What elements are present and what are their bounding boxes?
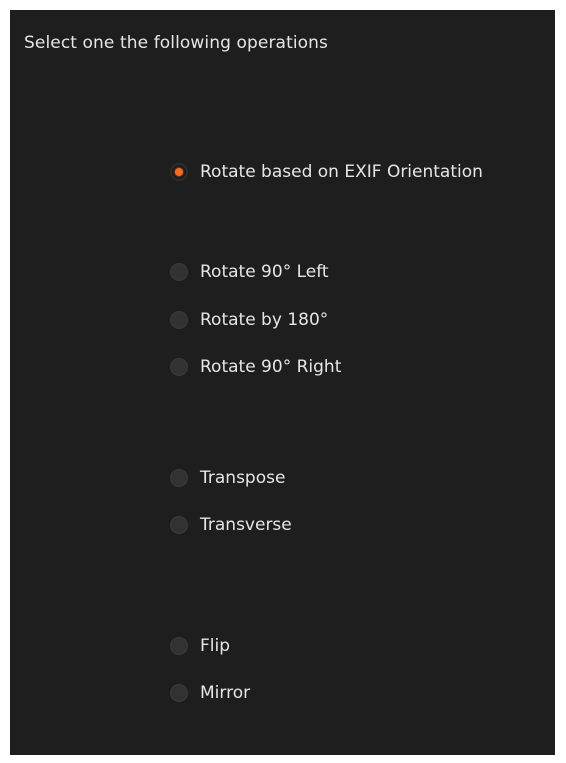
option-rotate-180[interactable]: Rotate by 180° <box>170 307 328 333</box>
option-mirror[interactable]: Mirror <box>170 680 250 706</box>
option-rotate-exif[interactable]: Rotate based on EXIF Orientation <box>170 159 483 185</box>
option-label: Rotate 90° Left <box>200 262 329 282</box>
radio-button[interactable] <box>170 684 188 702</box>
option-label: Mirror <box>200 683 251 703</box>
option-label: Transpose <box>200 468 286 488</box>
option-flip[interactable]: Flip <box>170 633 230 659</box>
option-transverse[interactable]: Transverse <box>170 512 292 538</box>
option-label: Flip <box>200 636 231 656</box>
radio-button[interactable] <box>170 469 188 487</box>
panel-heading: Select one the following operations <box>24 33 328 53</box>
option-label: Transverse <box>200 515 292 535</box>
radio-button[interactable] <box>170 263 188 281</box>
option-transpose[interactable]: Transpose <box>170 465 285 491</box>
radio-button[interactable] <box>170 311 188 329</box>
option-rotate-90-left[interactable]: Rotate 90° Left <box>170 259 329 285</box>
option-label: Rotate by 180° <box>200 310 329 330</box>
radio-button[interactable] <box>170 358 188 376</box>
option-label: Rotate based on EXIF Orientation <box>200 162 483 182</box>
operations-panel: Select one the following operations Rota… <box>10 10 555 755</box>
radio-button[interactable] <box>170 637 188 655</box>
option-label: Rotate 90° Right <box>200 357 342 377</box>
radio-button-checked[interactable] <box>170 163 188 181</box>
radio-button[interactable] <box>170 516 188 534</box>
option-rotate-90-right[interactable]: Rotate 90° Right <box>170 354 341 380</box>
